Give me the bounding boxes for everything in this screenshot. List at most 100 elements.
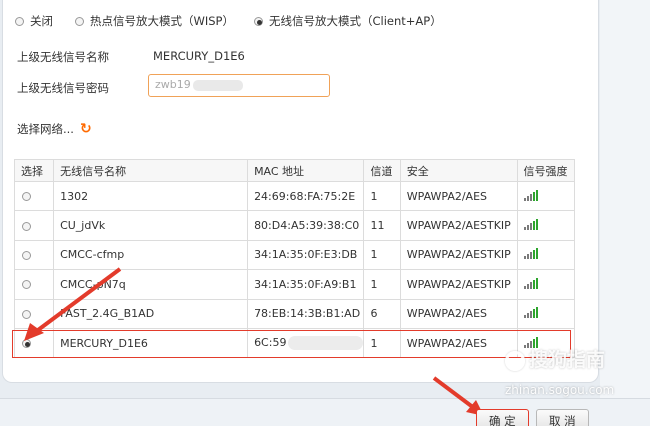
row-radio[interactable] xyxy=(22,192,31,202)
row-signal-cell xyxy=(516,269,576,300)
mode-wisp-radio[interactable] xyxy=(75,16,84,26)
row-signal-cell xyxy=(516,298,576,329)
row-ssid: CMCC-pN7q xyxy=(53,269,249,300)
signal-bar xyxy=(529,252,532,260)
signal-strength-icon xyxy=(523,189,538,201)
upper-pw-input[interactable]: zwb19 xyxy=(148,74,330,97)
watermark-url: zhinan.sogou.com xyxy=(505,383,615,397)
cancel-button[interactable]: 取 消 xyxy=(536,409,589,426)
mode-off-radio[interactable] xyxy=(15,16,24,26)
signal-bar xyxy=(523,285,526,289)
col-select: 选择 xyxy=(13,159,55,182)
signal-strength-icon xyxy=(523,277,538,289)
row-channel: 1 xyxy=(363,327,401,359)
signal-bar xyxy=(526,225,529,231)
row-mac-cell: 78:EB:14:3B:B1:AD xyxy=(247,298,365,329)
row-select-cell xyxy=(13,327,55,359)
signal-bar xyxy=(526,313,529,319)
row-signal-cell xyxy=(516,180,576,212)
mode-row: 关闭 热点信号放大模式（WISP） 无线信号放大模式（Client+AP） xyxy=(15,12,442,30)
ok-button[interactable]: 确 定 xyxy=(476,409,529,426)
signal-bar xyxy=(535,307,538,319)
mode-client-ap-label: 无线信号放大模式（Client+AP） xyxy=(269,14,442,28)
scan-network-label: 选择网络... xyxy=(17,122,74,136)
row-mac: 6C:59 xyxy=(254,336,287,350)
refresh-icon[interactable]: ↻ xyxy=(80,121,92,137)
pw-redaction xyxy=(192,79,243,91)
row-ssid: CU_jdVk xyxy=(53,210,249,241)
row-security: WPAWPA2/AESTKIP xyxy=(399,239,518,271)
watermark-text: 搜狗指南 xyxy=(529,349,606,371)
row-channel: 6 xyxy=(363,298,401,329)
mode-client-ap-radio[interactable] xyxy=(254,16,263,26)
signal-bar xyxy=(529,311,532,319)
mode-off-label: 关闭 xyxy=(30,14,53,28)
signal-strength-icon xyxy=(523,218,538,231)
signal-bar xyxy=(535,219,538,231)
row-security: WPAWPA2/AES xyxy=(399,327,518,359)
row-ssid: MERCURY_D1E6 xyxy=(53,327,249,359)
row-security: WPAWPA2/AES xyxy=(399,298,518,329)
table-row[interactable]: CU_jdVk 80:D4:A5:39:38:C0 11 WPAWPA2/AESTKI… xyxy=(13,210,576,241)
signal-bar xyxy=(532,191,535,201)
col-security: 安全 xyxy=(399,159,518,182)
row-mac: 34:1A:35:0F:E3:DB xyxy=(254,248,358,262)
row-channel: 11 xyxy=(363,210,401,241)
row-mac-cell: 6C:59 xyxy=(247,327,365,359)
table-row[interactable]: FAST_2.4G_B1AD 78:EB:14:3B:B1:AD 6 WPAWPA2/… xyxy=(13,298,576,329)
col-channel: 信道 xyxy=(363,159,401,182)
row-security: WPAWPA2/AESTKIP xyxy=(399,269,518,300)
table-row[interactable]: MERCURY_D1E6 6C:59 1 WPAWPA2/AES xyxy=(13,327,576,359)
table-row[interactable]: CMCC-pN7q 34:1A:35:0F:A9:B1 1 WPAWPA2/AESTK… xyxy=(13,269,576,300)
signal-bar xyxy=(526,283,529,289)
signal-bar xyxy=(532,250,535,260)
table-header: 选择 无线信号名称 MAC 地址 信道 安全 信号强度 xyxy=(13,159,576,182)
row-ssid: FAST_2.4G_B1AD xyxy=(53,298,249,329)
row-channel: 1 xyxy=(363,239,401,271)
row-radio[interactable] xyxy=(22,250,31,260)
mode-wisp[interactable]: 热点信号放大模式（WISP） xyxy=(75,13,234,29)
row-radio[interactable] xyxy=(22,339,31,349)
signal-strength-icon xyxy=(523,247,538,260)
scan-network[interactable]: 选择网络... ↻ xyxy=(17,121,92,137)
row-radio[interactable] xyxy=(22,309,31,319)
signal-bar xyxy=(529,281,532,289)
mode-client-ap[interactable]: 无线信号放大模式（Client+AP） xyxy=(254,13,442,29)
signal-bar xyxy=(529,193,532,201)
row-ssid: 1302 xyxy=(53,180,249,212)
mode-off[interactable]: 关闭 xyxy=(15,13,53,29)
row-signal-cell xyxy=(516,210,576,241)
row-security: WPAWPA2/AES xyxy=(399,180,518,212)
row-mac-cell: 24:69:68:FA:75:2E xyxy=(247,180,365,212)
table-row[interactable]: 1302 24:69:68:FA:75:2E 1 WPAWPA2/AES xyxy=(13,180,576,212)
signal-bar xyxy=(535,277,538,289)
row-select-cell xyxy=(13,239,55,271)
row-radio[interactable] xyxy=(22,221,31,231)
watermark-logo-icon xyxy=(505,350,525,371)
signal-bar xyxy=(532,309,535,319)
table-row[interactable]: CMCC-cfmp 34:1A:35:0F:E3:DB 1 WPAWPA2/AESTK… xyxy=(13,239,576,271)
row-ssid: CMCC-cfmp xyxy=(53,239,249,271)
signal-bar xyxy=(523,197,526,201)
signal-bar xyxy=(535,189,538,201)
wifi-table: 选择 无线信号名称 MAC 地址 信道 安全 信号强度 1302 24:69:68… xyxy=(13,159,576,359)
right-background xyxy=(600,0,650,400)
row-select-cell xyxy=(13,298,55,329)
row-mac-cell: 34:1A:35:0F:E3:DB xyxy=(247,239,365,271)
signal-bar xyxy=(523,315,526,319)
col-signal: 信号强度 xyxy=(516,159,576,182)
row-mac-cell: 34:1A:35:0F:A9:B1 xyxy=(247,269,365,300)
row-radio[interactable] xyxy=(22,280,31,290)
row-mac: 24:69:68:FA:75:2E xyxy=(254,189,356,203)
upper-pw-label: 上级无线信号密码 xyxy=(17,81,109,95)
row-mac: 34:1A:35:0F:A9:B1 xyxy=(254,277,357,291)
row-signal-cell xyxy=(516,239,576,271)
signal-bar xyxy=(523,256,526,260)
row-mac: 80:D4:A5:39:38:C0 xyxy=(254,219,360,233)
row-channel: 1 xyxy=(363,269,401,300)
signal-strength-icon xyxy=(523,306,538,319)
row-security: WPAWPA2/AESTKIP xyxy=(399,210,518,241)
signal-bar xyxy=(529,223,532,231)
signal-bar xyxy=(535,248,538,260)
signal-bar xyxy=(523,227,526,231)
